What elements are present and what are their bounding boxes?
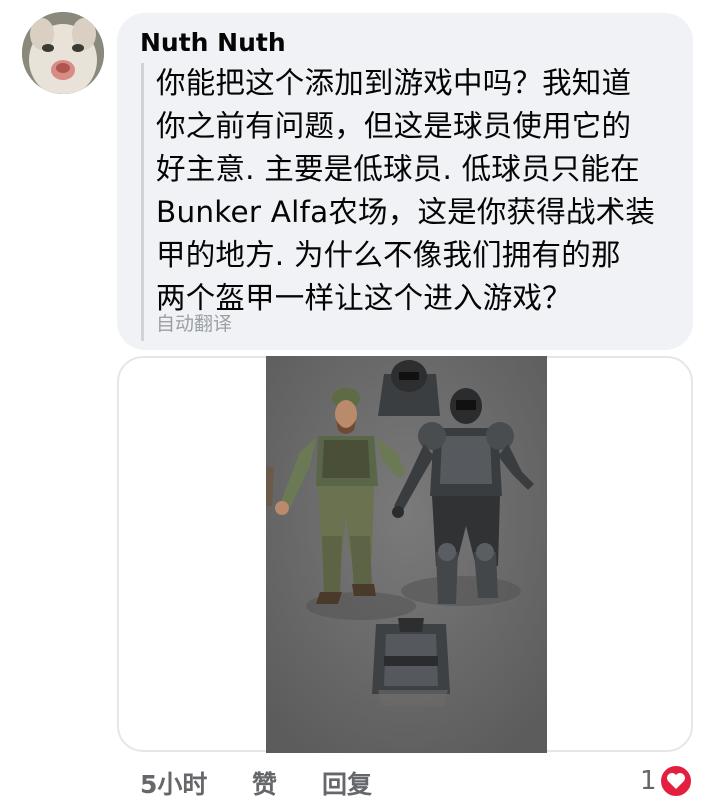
comment-author[interactable]: Nuth Nuth <box>140 28 286 57</box>
heart-icon <box>658 764 693 798</box>
attached-image[interactable] <box>266 356 547 753</box>
comment-time[interactable]: 5小时 <box>140 765 207 801</box>
translation-quote-bar <box>141 63 144 341</box>
reaction-summary[interactable]: 1 <box>640 762 693 800</box>
reply-button[interactable]: 回复 <box>322 765 372 801</box>
avatar[interactable] <box>22 12 104 94</box>
like-button[interactable]: 赞 <box>252 765 277 801</box>
armor-render-image <box>266 356 547 753</box>
auto-translate-label[interactable]: 自动翻译 <box>156 309 232 336</box>
cat-avatar-image <box>22 12 104 94</box>
reaction-count: 1 <box>640 766 657 796</box>
comment-text: 你能把这个添加到游戏中吗？我知道 你之前有问题，但这是球员使用它的 好主意. 主… <box>156 66 656 315</box>
